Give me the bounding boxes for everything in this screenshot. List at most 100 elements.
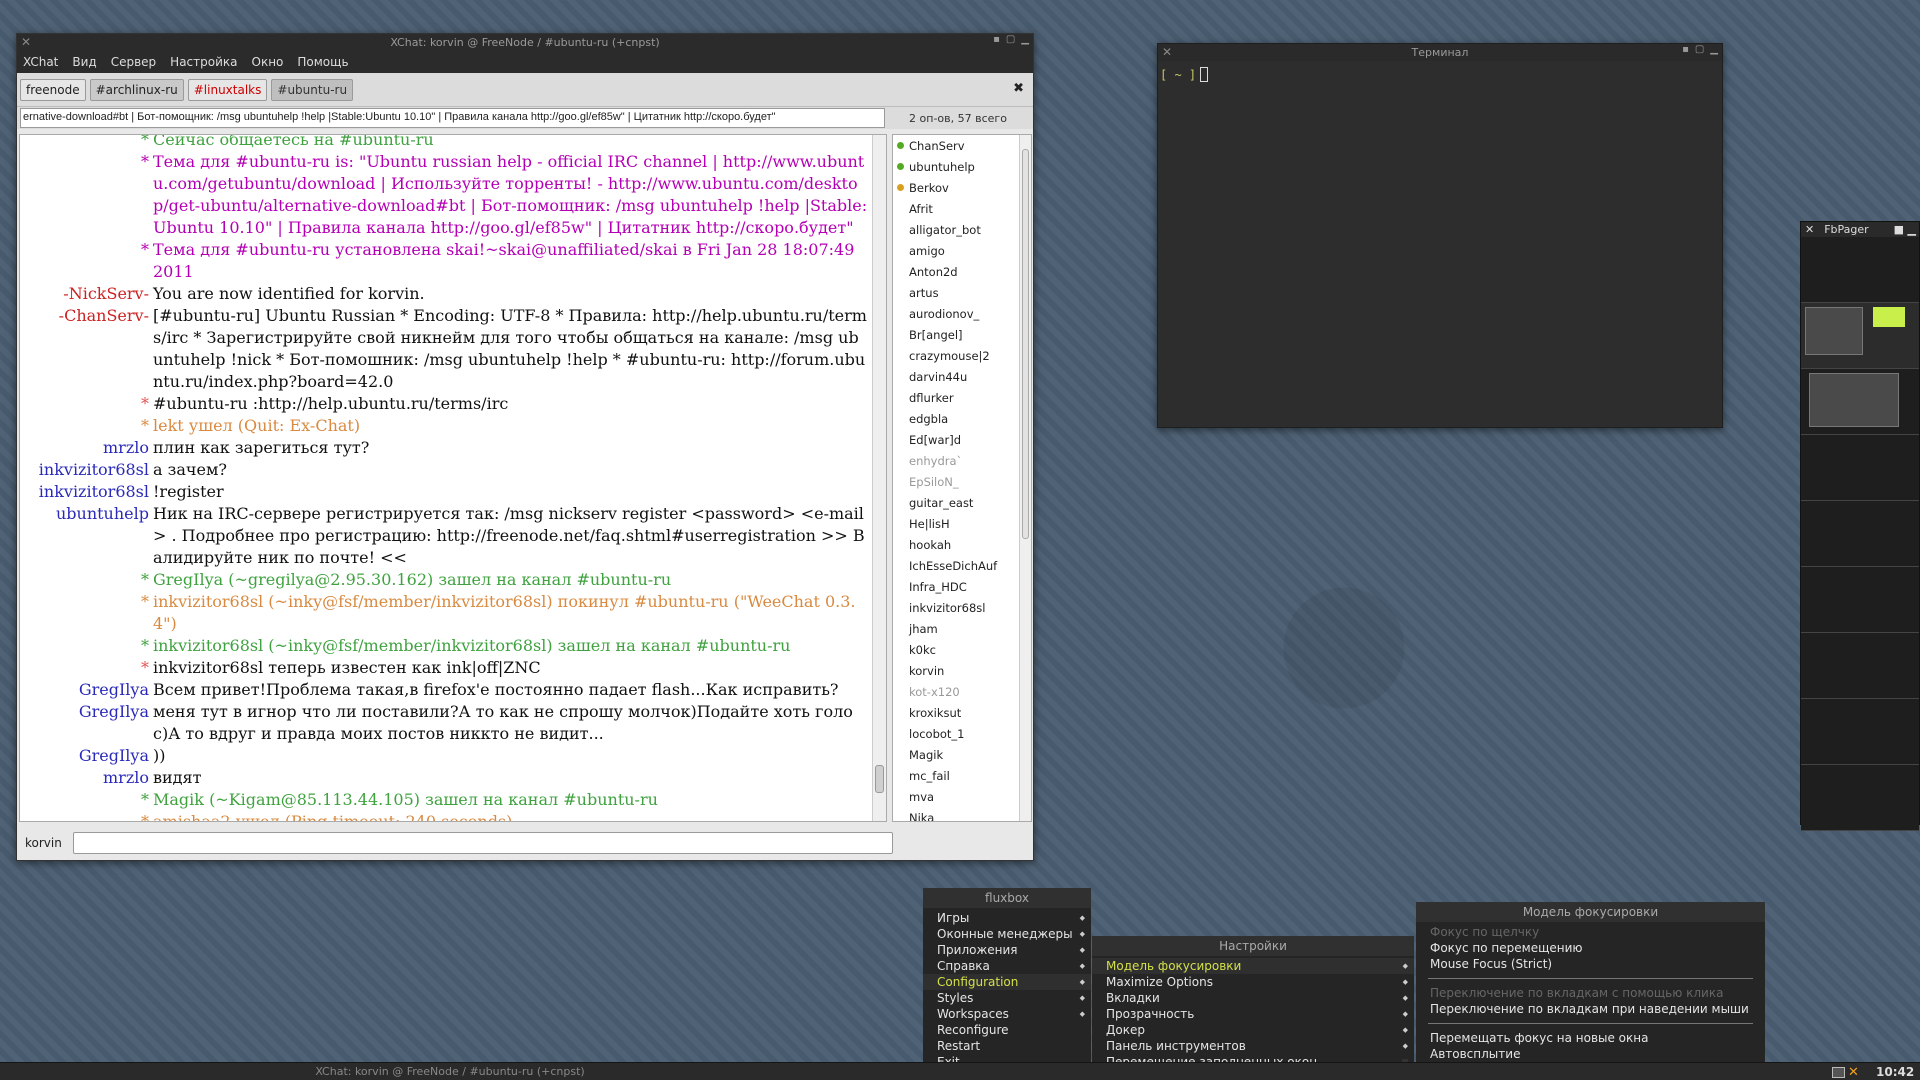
workspace-3[interactable] xyxy=(1801,369,1919,435)
pager-window-active[interactable] xyxy=(1873,307,1905,327)
chat-nick[interactable]: inkvizitor68sl xyxy=(20,481,153,503)
user-list-item[interactable]: Br[angel] xyxy=(893,324,1031,345)
chat-nick[interactable]: mrzlo xyxy=(20,767,153,789)
user-list-item[interactable]: k0kc xyxy=(893,639,1031,660)
keyboard-icon[interactable] xyxy=(1832,1066,1845,1078)
chat-nick[interactable]: * xyxy=(20,657,153,679)
user-list-item[interactable]: Berkov xyxy=(893,177,1031,198)
user-list-item[interactable]: ubuntuhelp xyxy=(893,156,1031,177)
user-list-item[interactable]: ChanServ xyxy=(893,135,1031,156)
menu-xchat[interactable]: XChat xyxy=(23,55,58,69)
menu-item[interactable]: Панель инструментов xyxy=(1092,1038,1414,1054)
taskbar-task[interactable]: XChat: korvin @ FreeNode / #ubuntu-ru (+… xyxy=(0,1063,900,1080)
menu-view[interactable]: Вид xyxy=(72,55,96,69)
user-list-item[interactable]: aurodionov_ xyxy=(893,303,1031,324)
workspace-4[interactable] xyxy=(1801,435,1919,501)
user-list-item[interactable]: mc_fail xyxy=(893,765,1031,786)
user-list-item[interactable]: He|lisH xyxy=(893,513,1031,534)
terminal-window[interactable]: ✕ Терминал ▪ ▢ ▁ [ ~ ] xyxy=(1157,43,1723,428)
user-list-item[interactable]: amigo xyxy=(893,240,1031,261)
scrollbar-thumb[interactable] xyxy=(875,765,884,793)
minimize-icon[interactable]: ▪ xyxy=(1682,44,1689,55)
xchat-tray-icon[interactable]: ✕ xyxy=(1848,1065,1859,1080)
shade-icon[interactable]: ▁ xyxy=(1710,44,1718,55)
chat-nick[interactable]: * xyxy=(20,811,153,821)
chat-nick[interactable]: GregIlya xyxy=(20,679,153,701)
menu-item[interactable]: Перемещать фокус на новые окна xyxy=(1416,1030,1765,1046)
menu-settings[interactable]: Настройка xyxy=(170,55,237,69)
menu-item[interactable]: Вкладки xyxy=(1092,990,1414,1006)
nick-button[interactable]: korvin xyxy=(25,836,65,850)
menu-item[interactable]: Модель фокусировки xyxy=(1092,958,1414,974)
user-list-item[interactable]: alligator_bot xyxy=(893,219,1031,240)
user-list[interactable]: ChanServ ubuntuhelp Berkov Afrit alligator_b… xyxy=(892,134,1032,822)
user-list-item[interactable]: inkvizitor68sl xyxy=(893,597,1031,618)
menu-item[interactable]: Configuration xyxy=(923,974,1091,990)
menu-item[interactable]: Workspaces xyxy=(923,1006,1091,1022)
user-list-item[interactable]: kot-x120 xyxy=(893,681,1031,702)
user-list-item[interactable]: edgbla xyxy=(893,408,1031,429)
chat-nick[interactable]: GregIlya xyxy=(20,701,153,745)
minimize-icon[interactable]: ▪ xyxy=(993,34,1000,45)
maximize-icon[interactable]: ▢ xyxy=(1695,44,1704,55)
chat-nick[interactable]: * xyxy=(20,789,153,811)
menu-item[interactable]: Переключение по вкладкам при наведении м… xyxy=(1416,1001,1765,1017)
menu-server[interactable]: Сервер xyxy=(111,55,156,69)
user-list-item[interactable]: locobot_1 xyxy=(893,723,1031,744)
chat-nick[interactable]: * xyxy=(20,239,153,283)
menu-help[interactable]: Помощь xyxy=(297,55,348,69)
menu-item[interactable]: Приложения xyxy=(923,942,1091,958)
pager-window[interactable] xyxy=(1805,307,1863,355)
menu-item[interactable]: Переключение по вкладкам с помощью клика xyxy=(1416,985,1765,1001)
scrollbar-thumb[interactable] xyxy=(1022,149,1029,539)
terminal-titlebar[interactable]: ✕ Терминал ▪ ▢ ▁ xyxy=(1158,44,1722,61)
chat-nick[interactable]: inkvizitor68sl xyxy=(20,459,153,481)
menu-window[interactable]: Окно xyxy=(252,55,284,69)
user-list-item[interactable]: dflurker xyxy=(893,387,1031,408)
user-list-item[interactable]: Afrit xyxy=(893,198,1031,219)
menu-item[interactable]: Фокус по перемещению xyxy=(1416,940,1765,956)
chat-nick[interactable]: * xyxy=(20,635,153,657)
chat-scrollbar[interactable] xyxy=(872,135,886,821)
chat-nick[interactable]: GregIlya xyxy=(20,745,153,767)
chat-log[interactable]: * Сейчас общаетесь на #ubuntu-ru * Тема для… xyxy=(19,134,887,822)
user-list-item[interactable]: mva xyxy=(893,786,1031,807)
chat-nick[interactable]: * xyxy=(20,393,153,415)
menu-item[interactable]: Maximize Options xyxy=(1092,974,1414,990)
user-list-item[interactable]: Infra_HDC xyxy=(893,576,1031,597)
close-tab-icon[interactable]: ✖ xyxy=(1013,81,1024,96)
close-icon[interactable]: ✕ xyxy=(1805,223,1814,236)
workspace-2[interactable] xyxy=(1801,303,1919,369)
user-list-item[interactable]: Anton2d xyxy=(893,261,1031,282)
user-list-item[interactable]: Nika_ xyxy=(893,807,1031,822)
workspace-9[interactable] xyxy=(1801,765,1919,831)
user-list-item[interactable]: IchEsseDichAuf xyxy=(893,555,1031,576)
userlist-scrollbar[interactable] xyxy=(1019,135,1031,821)
user-list-item[interactable]: guitar_east xyxy=(893,492,1031,513)
workspace-1[interactable] xyxy=(1801,237,1919,303)
chat-nick[interactable]: * xyxy=(20,135,153,151)
maximize-icon[interactable]: ▢ xyxy=(1006,34,1015,45)
xchat-window[interactable]: ✕ XChat: korvin @ FreeNode / #ubuntu-ru … xyxy=(16,33,1034,861)
close-icon[interactable]: ✕ xyxy=(21,35,31,49)
close-icon[interactable]: ✕ xyxy=(1162,45,1172,59)
chat-nick[interactable]: * xyxy=(20,151,153,239)
tab-ubuntu-ru[interactable]: #ubuntu-ru xyxy=(271,78,354,101)
user-list-item[interactable]: crazymouse|2 xyxy=(893,345,1031,366)
menu-item[interactable]: Докер xyxy=(1092,1022,1414,1038)
menu-item[interactable]: Reconfigure xyxy=(923,1022,1091,1038)
tab-linuxtalks[interactable]: #linuxtalks xyxy=(187,78,268,101)
menu-item[interactable]: Справка xyxy=(923,958,1091,974)
chat-nick[interactable]: * xyxy=(20,591,153,635)
pager-titlebar[interactable]: ✕ FbPager ■ ▁ xyxy=(1801,222,1919,237)
chat-nick[interactable]: -NickServ- xyxy=(20,283,153,305)
tab-archlinux-ru[interactable]: #archlinux-ru xyxy=(89,78,184,101)
workspace-8[interactable] xyxy=(1801,699,1919,765)
workspace-6[interactable] xyxy=(1801,567,1919,633)
fbpager[interactable]: ✕ FbPager ■ ▁ xyxy=(1800,221,1920,831)
user-list-item[interactable]: darvin44u xyxy=(893,366,1031,387)
chat-nick[interactable]: mrzlo xyxy=(20,437,153,459)
menu-item[interactable]: Игры xyxy=(923,910,1091,926)
menu-item[interactable]: Restart xyxy=(923,1038,1091,1054)
chat-nick[interactable]: -ChanServ- xyxy=(20,305,153,393)
